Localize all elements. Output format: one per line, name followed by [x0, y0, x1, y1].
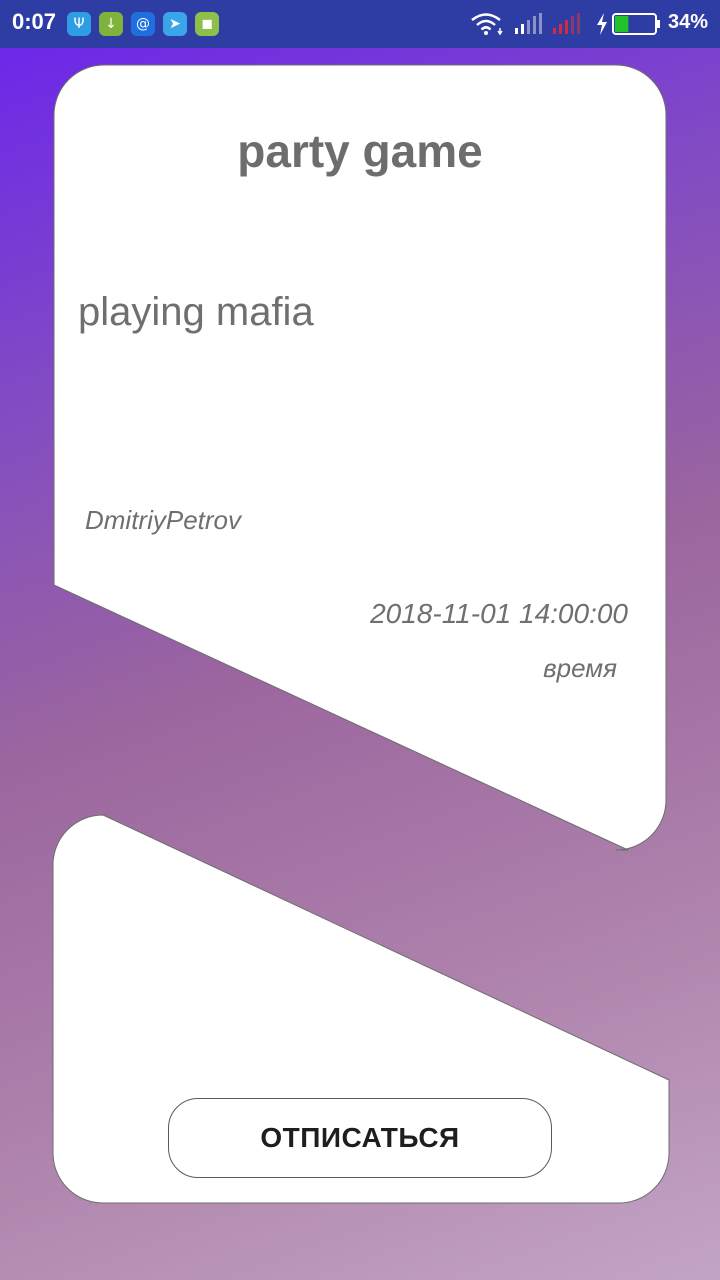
- event-info-panel: [53, 64, 667, 851]
- event-description: playing mafia: [78, 290, 314, 334]
- unsubscribe-button[interactable]: ОТПИСАТЬСЯ: [168, 1098, 552, 1178]
- event-author: DmitriyPetrov: [85, 505, 242, 535]
- event-title: party game: [237, 125, 483, 177]
- status-time: 0:07: [12, 9, 57, 34]
- mail-icon: @: [131, 12, 155, 36]
- download-icon: ↓: [99, 12, 123, 36]
- signal-icon: [515, 13, 542, 34]
- wifi-icon: [471, 13, 503, 36]
- signal-no-service-icon: [553, 13, 580, 34]
- telegram-icon: ➤: [163, 12, 187, 36]
- usb-debug-icon: Ψ: [67, 12, 91, 36]
- battery-percent: 34%: [668, 11, 709, 33]
- android-icon: ◼: [195, 12, 219, 36]
- event-datetime: 2018-11-01 14:00:00: [370, 598, 628, 629]
- charging-icon: [597, 13, 607, 35]
- battery-icon: [612, 13, 660, 35]
- screen: 0:07 Ψ ↓ @ ➤ ◼ 34% party game playing ma…: [0, 0, 720, 1280]
- event-datetime-label: время: [543, 653, 617, 683]
- status-bar: 0:07 Ψ ↓ @ ➤ ◼ 34%: [0, 0, 720, 48]
- event-card-background: [52, 64, 670, 1204]
